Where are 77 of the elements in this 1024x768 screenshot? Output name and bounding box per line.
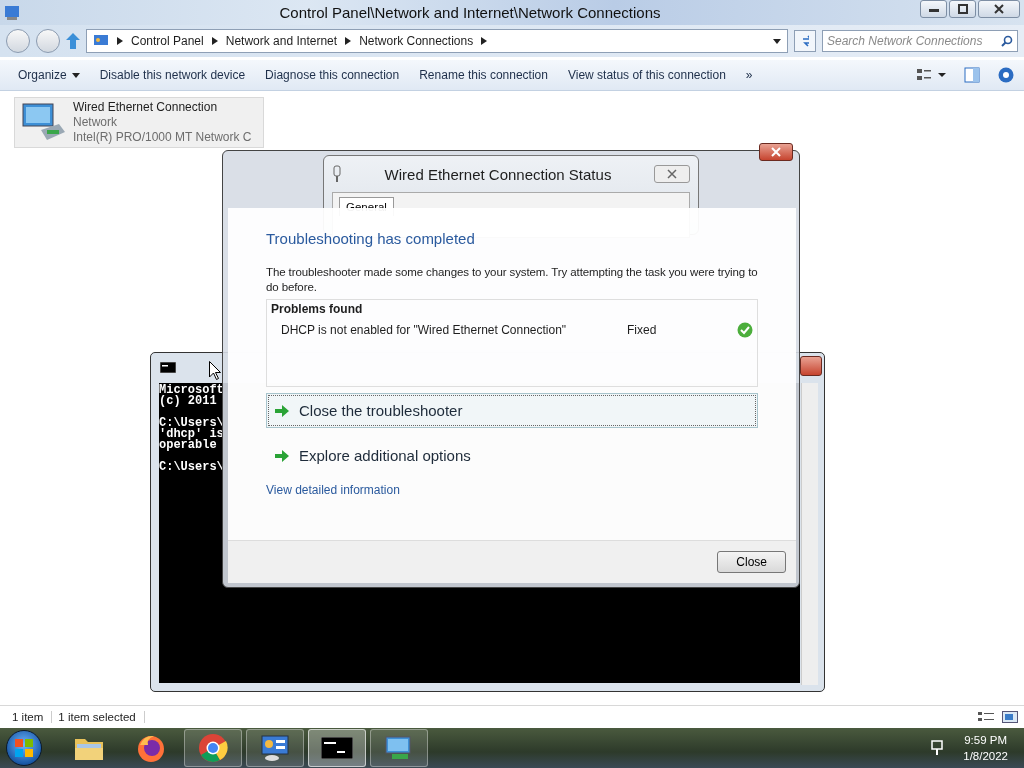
console-icon[interactable] bbox=[321, 737, 353, 759]
tiles-view-icon[interactable] bbox=[1002, 711, 1018, 723]
control-panel-icon[interactable] bbox=[260, 734, 290, 762]
toolbar-button[interactable]: View status of this connection bbox=[557, 64, 736, 86]
connection-name: Wired Ethernet Connection bbox=[73, 100, 219, 115]
chevron-icon[interactable] bbox=[117, 37, 123, 45]
plug-icon bbox=[332, 165, 342, 183]
breadcrumb-item[interactable]: Control Panel bbox=[131, 34, 204, 48]
start-button[interactable] bbox=[6, 730, 42, 766]
status-text: 1 item bbox=[6, 711, 53, 723]
dropdown-icon[interactable] bbox=[773, 38, 781, 44]
restore-icon bbox=[957, 4, 968, 14]
search-field[interactable]: Search Network Connections bbox=[822, 30, 1018, 52]
view-options-icon[interactable] bbox=[916, 67, 946, 83]
close-button[interactable] bbox=[800, 356, 822, 376]
close-icon bbox=[771, 147, 781, 157]
breadcrumb-item[interactable]: Network Connections bbox=[359, 34, 474, 48]
problems-header: Problems found bbox=[271, 302, 364, 316]
clock-time: 9:59 PM bbox=[964, 733, 1008, 748]
toolbar-button[interactable]: Disable this network device bbox=[89, 64, 256, 86]
console-line: C:\Users\ bbox=[159, 462, 225, 473]
console-line: (c) 2011 bbox=[159, 396, 218, 407]
minimize-button[interactable] bbox=[920, 0, 947, 18]
network-icon[interactable] bbox=[929, 739, 946, 757]
taskbar-button[interactable] bbox=[246, 729, 304, 767]
problem-text: DHCP is not enabled for "Wired Ethernet Connection" bbox=[281, 323, 568, 337]
breadcrumb-item[interactable]: Network and Internet bbox=[225, 34, 338, 48]
adapter-name: Intel(R) PRO/1000 MT Network C bbox=[73, 130, 252, 145]
clock[interactable]: 9:59 PM 1/8/2022 bbox=[963, 732, 1008, 764]
mouse-pointer-icon bbox=[209, 361, 221, 380]
close-icon bbox=[994, 4, 1004, 14]
taskbar-button[interactable] bbox=[308, 729, 366, 767]
scrollbar[interactable] bbox=[801, 383, 818, 685]
chrome-icon[interactable] bbox=[198, 733, 228, 763]
search-icon[interactable] bbox=[1001, 35, 1013, 47]
arrow-icon bbox=[275, 404, 289, 417]
taskbar-button[interactable] bbox=[184, 729, 242, 767]
toolbar-button[interactable]: Diagnose this connection bbox=[255, 64, 410, 86]
close-button[interactable]: Close bbox=[717, 551, 786, 573]
close-icon bbox=[667, 169, 677, 179]
details-view-icon[interactable] bbox=[978, 711, 994, 723]
message: The troubleshooter made some changes to your system. Try attempting the task you were trying to do before. bbox=[266, 265, 758, 295]
console-line: Microsoft bbox=[159, 385, 225, 396]
arrow-icon bbox=[275, 449, 289, 462]
close-button[interactable] bbox=[759, 143, 793, 161]
heading: Troubleshooting has completed bbox=[266, 230, 476, 247]
caret-icon bbox=[71, 72, 80, 78]
refresh-button[interactable] bbox=[794, 30, 816, 52]
firefox-icon[interactable] bbox=[136, 733, 166, 763]
organize-menu[interactable]: Organize bbox=[8, 64, 90, 86]
close-button[interactable] bbox=[978, 0, 1020, 18]
action-link[interactable]: Close the troubleshooter bbox=[266, 393, 758, 428]
connection-status: Network bbox=[73, 115, 118, 130]
chevron-icon[interactable] bbox=[481, 37, 488, 45]
console-line: operable bbox=[159, 440, 218, 451]
window-title: Control Panel\Network and Internet\Network Connections bbox=[278, 4, 662, 21]
console-icon bbox=[160, 362, 176, 373]
chevron-icon[interactable] bbox=[345, 37, 352, 45]
status-text: 1 item selected bbox=[52, 711, 145, 723]
minimize-icon bbox=[928, 6, 939, 12]
chevron-icon[interactable] bbox=[211, 37, 218, 45]
network-connection-tile[interactable]: Wired Ethernet Connection Network Intel(R) PRO/1000 MT Network C bbox=[14, 97, 264, 148]
window-title: Wired Ethernet Connection Status bbox=[383, 165, 613, 183]
refresh-icon bbox=[801, 35, 809, 47]
up-arrow-icon[interactable] bbox=[66, 33, 80, 49]
address-bar[interactable]: Control Panel Network and Internet Network Connections bbox=[86, 29, 788, 53]
toolbar-button[interactable]: Rename this connection bbox=[409, 64, 558, 86]
console-line: C:\Users\ bbox=[159, 418, 225, 429]
clock-date: 1/8/2022 bbox=[963, 749, 1008, 764]
app-icon bbox=[4, 4, 20, 21]
details-link[interactable]: View detailed information bbox=[266, 483, 400, 497]
close-button[interactable] bbox=[654, 165, 690, 183]
more-button[interactable]: » bbox=[735, 64, 763, 86]
restore-button[interactable] bbox=[949, 0, 976, 18]
action-link[interactable]: Explore additional options bbox=[266, 438, 758, 473]
windows-logo-icon bbox=[15, 739, 33, 757]
problem-status: Fixed bbox=[627, 323, 658, 337]
